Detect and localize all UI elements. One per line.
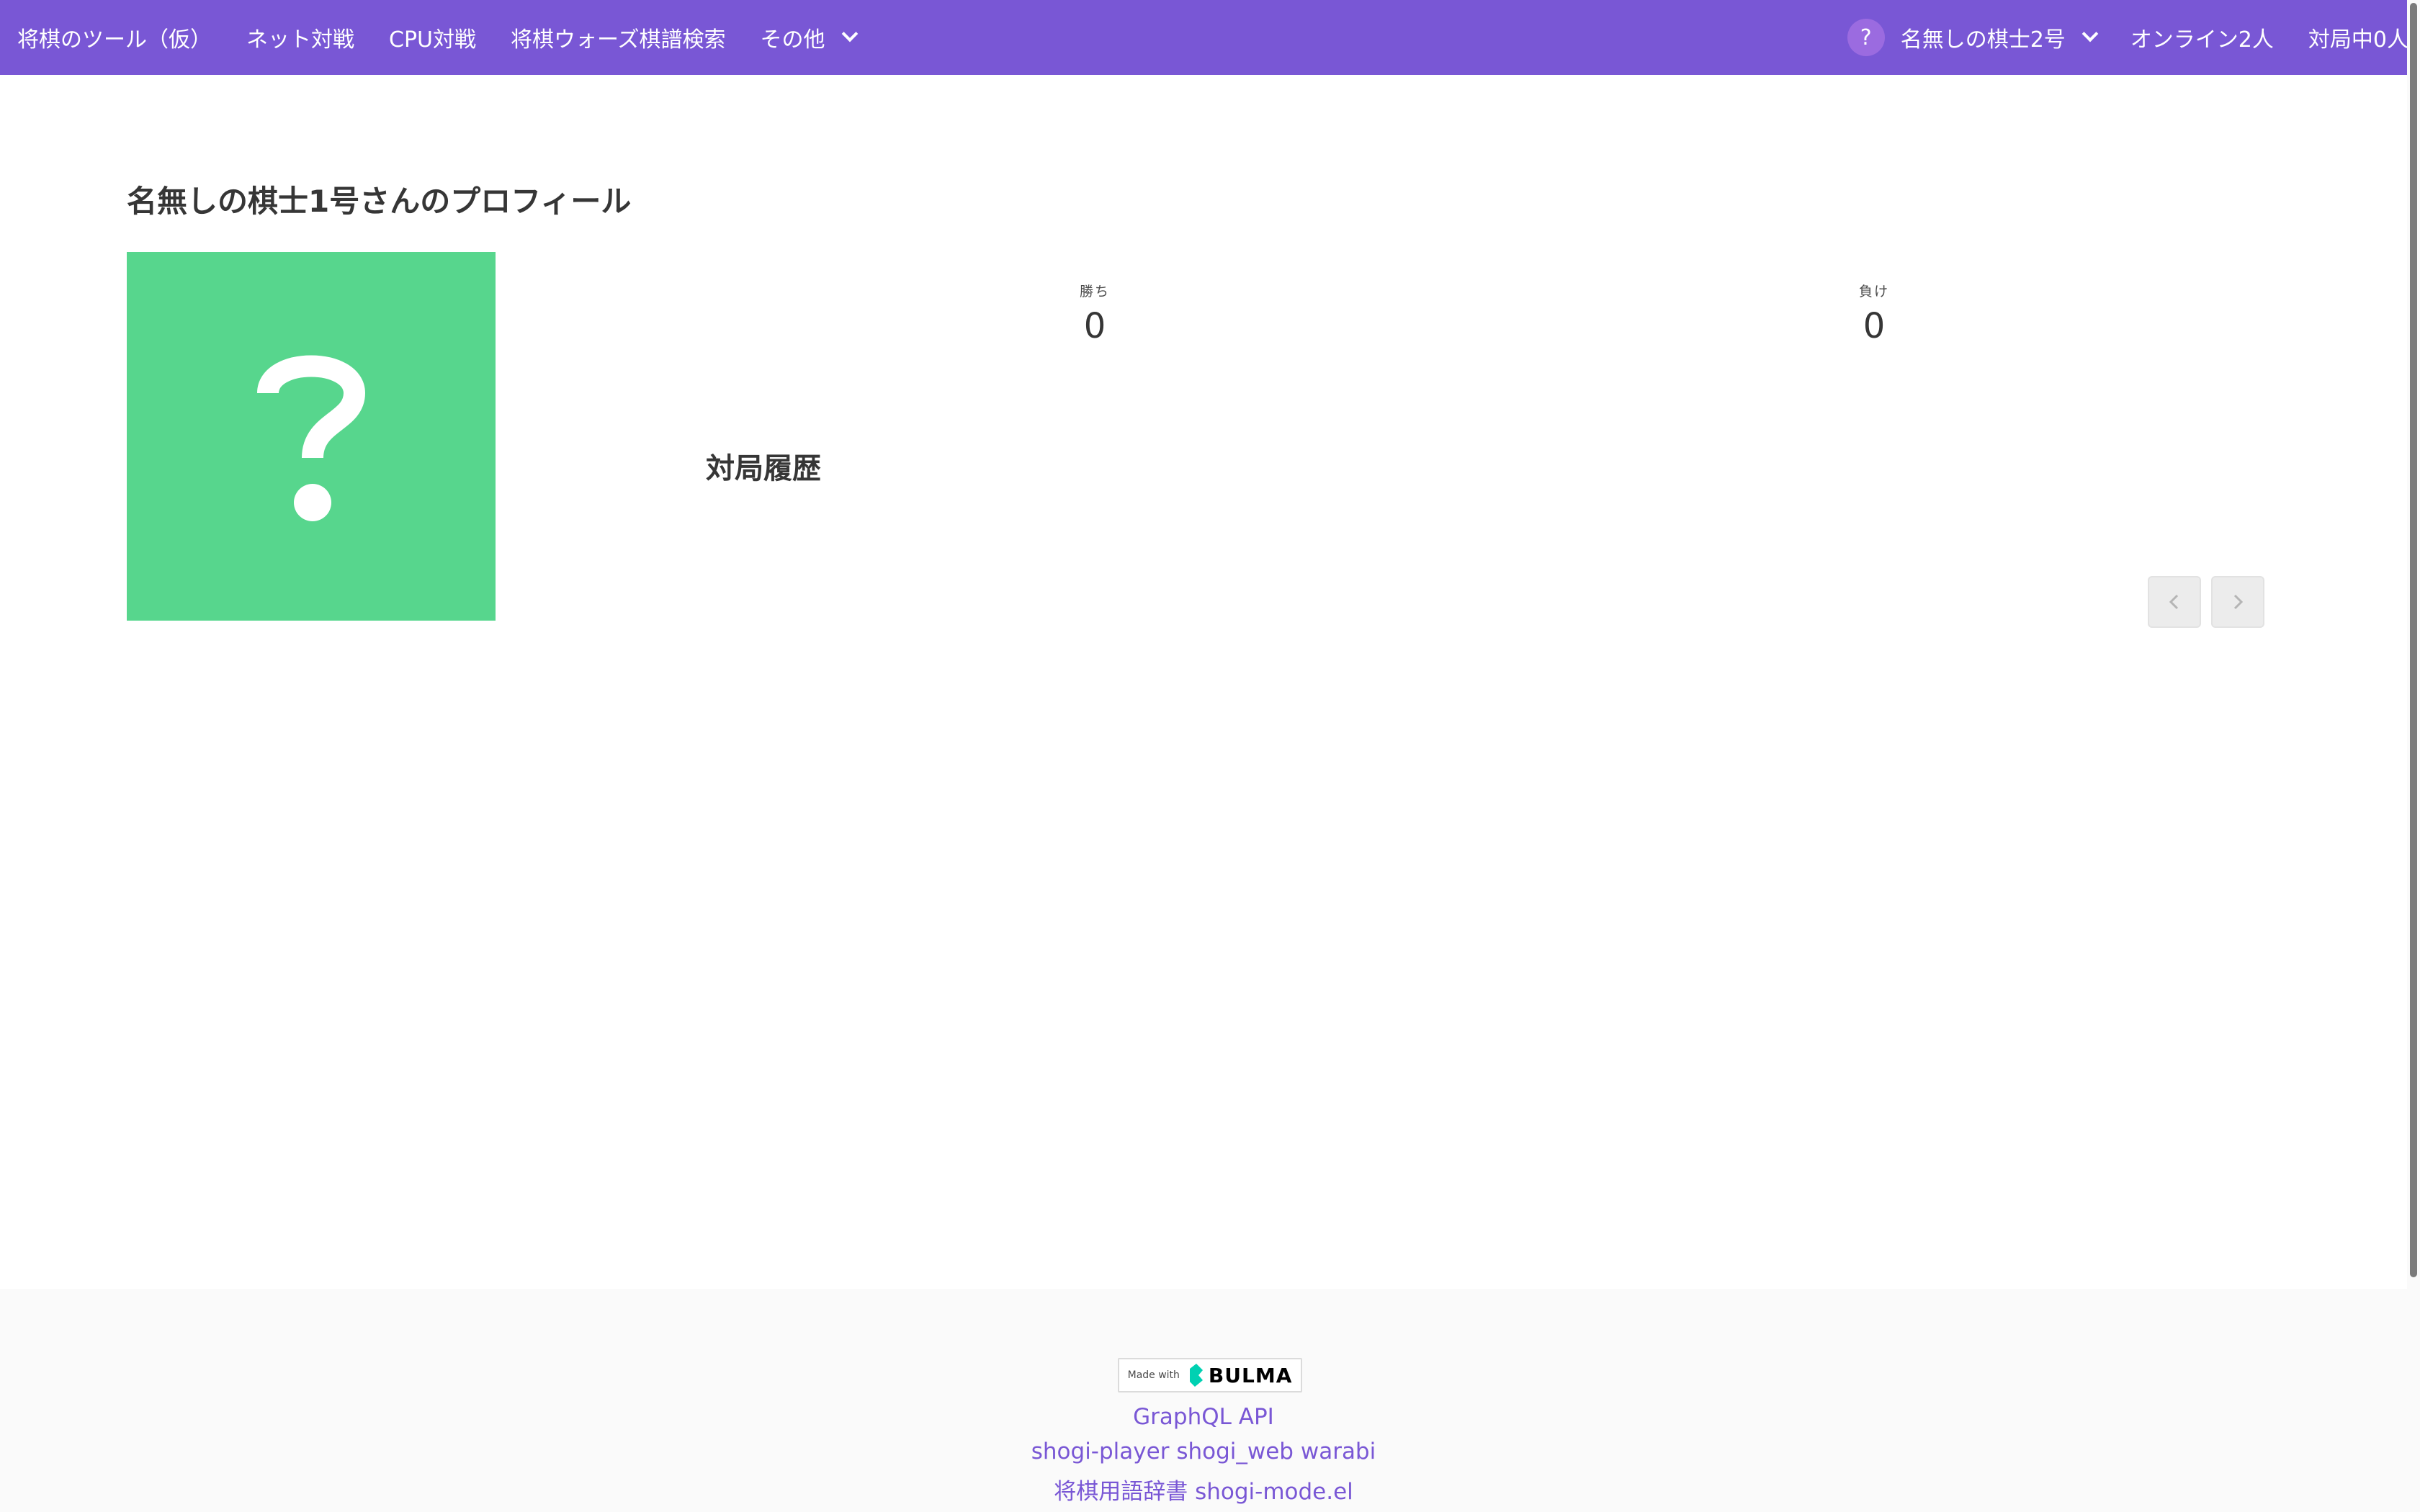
chevron-down-icon: [841, 25, 858, 42]
footer-row-2: shogi-player shogi_web warabi: [0, 1439, 2407, 1464]
profile-avatar: [127, 252, 496, 621]
wins-value: 0: [1083, 306, 1106, 346]
chevron-left-icon: [2169, 594, 2179, 610]
badge-bulma-text: BULMA: [1208, 1363, 1293, 1387]
navbar-left: 将棋のツール（仮） ネット対戦 CPU対戦 将棋ウォーズ棋譜検索 その他: [0, 0, 873, 75]
brand-link[interactable]: 将棋のツール（仮）: [0, 0, 229, 75]
user-menu-dropdown[interactable]: ? 名無しの棋士2号: [1830, 0, 2113, 75]
footer-row-3: 将棋用語辞書 shogi-mode.el: [0, 1473, 2407, 1506]
playing-count[interactable]: 対局中0人: [2291, 0, 2420, 75]
more-label: その他: [760, 27, 825, 53]
wins-stat: 勝ち 0: [1023, 281, 1167, 346]
wins-label: 勝ち: [1079, 284, 1110, 300]
warabi-link[interactable]: warabi: [1301, 1439, 1376, 1464]
online-count[interactable]: オンライン2人: [2113, 0, 2291, 75]
match-history-title: 対局履歴: [706, 452, 821, 485]
shogi-web-link[interactable]: shogi_web: [1176, 1439, 1294, 1464]
graphql-api-link[interactable]: GraphQL API: [1133, 1404, 1274, 1430]
losses-label: 負け: [1858, 284, 1889, 300]
footer-row-1: GraphQL API: [0, 1404, 2407, 1430]
nav-item-net-match[interactable]: ネット対戦: [229, 0, 372, 75]
shogi-player-link[interactable]: shogi-player: [1031, 1439, 1170, 1464]
user-name: 名無しの棋士2号: [1900, 27, 2066, 53]
pagination-next-button[interactable]: [2211, 576, 2264, 628]
footer: Made with BULMA GraphQL API shogi-player…: [0, 1289, 2407, 1512]
user-avatar: ?: [1847, 19, 1885, 56]
bulma-logo-icon: [1189, 1364, 1203, 1387]
chevron-down-icon: [2081, 25, 2099, 42]
top-navbar: 将棋のツール（仮） ネット対戦 CPU対戦 将棋ウォーズ棋譜検索 その他 ? 名…: [0, 0, 2420, 75]
page-title: 名無しの棋士1号さんのプロフィール: [127, 184, 632, 219]
navbar-right: ? 名無しの棋士2号 オンライン2人 対局中0人: [1830, 0, 2420, 75]
nav-item-more-dropdown[interactable]: その他: [743, 0, 873, 75]
scrollbar-thumb[interactable]: [2410, 3, 2417, 1277]
chevron-right-icon: [2233, 594, 2244, 610]
scrollbar-track[interactable]: [2407, 0, 2420, 1512]
badge-made-with-text: Made with: [1127, 1369, 1180, 1381]
losses-stat: 負け 0: [1802, 281, 1946, 346]
nav-item-cpu-match[interactable]: CPU対戦: [372, 0, 493, 75]
shogi-dictionary-link[interactable]: 将棋用語辞書: [1054, 1479, 1188, 1505]
losses-value: 0: [1863, 306, 1886, 346]
made-with-bulma-badge[interactable]: Made with BULMA: [1118, 1358, 1302, 1392]
pagination-prev-button[interactable]: [2148, 576, 2201, 628]
shogi-mode-link[interactable]: shogi-mode.el: [1195, 1479, 1353, 1505]
question-mark-icon: [257, 355, 366, 521]
nav-item-wars-search[interactable]: 将棋ウォーズ棋譜検索: [493, 0, 743, 75]
